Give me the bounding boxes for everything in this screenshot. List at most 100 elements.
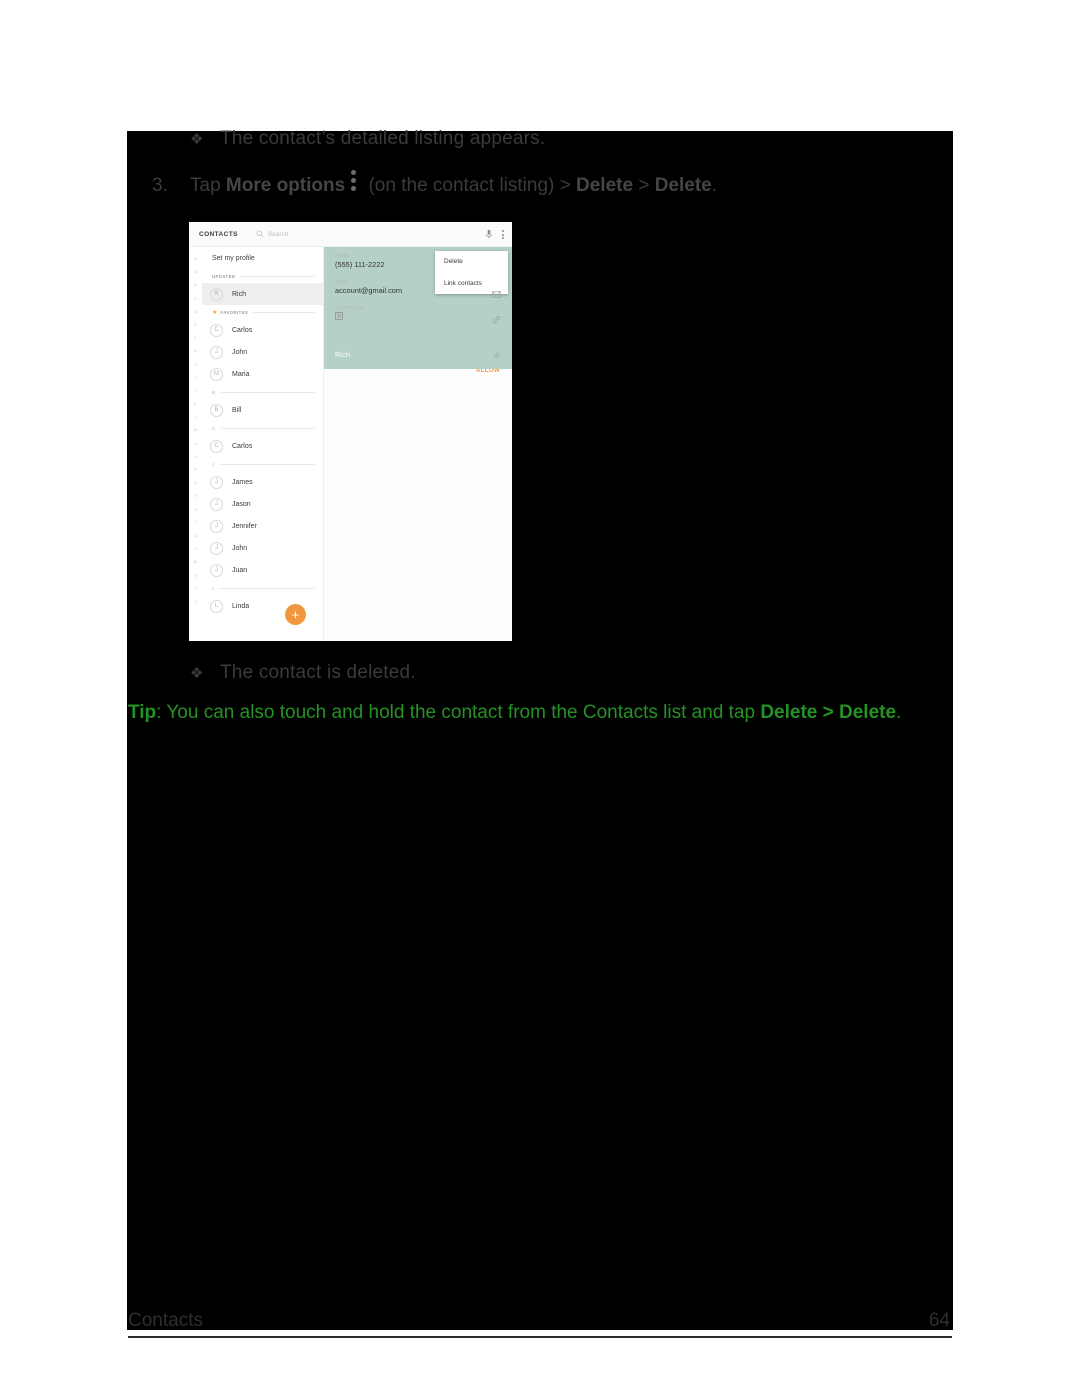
avatar: J — [210, 497, 223, 511]
sim-account-icon: ▤ — [335, 312, 343, 320]
star-icon: ★ — [212, 309, 218, 316]
index-letter[interactable]: · — [195, 609, 196, 622]
index-letter[interactable]: Q — [194, 477, 197, 490]
contact-detail-panel: Rich ★ Delete Link contacts Mobile (555) 1… — [324, 247, 512, 641]
step-3-instruction: 3. Tap More options (on the contact listi… — [152, 170, 718, 197]
index-letter[interactable]: C — [194, 293, 196, 306]
index-letter[interactable]: P — [194, 464, 196, 477]
step-3-number: 3. — [152, 175, 168, 196]
avatar: J — [210, 345, 223, 359]
microphone-icon[interactable] — [485, 229, 493, 240]
index-letter[interactable]: F — [194, 332, 196, 345]
section-header: ★ FAVORITES — [202, 305, 323, 319]
app-bar: CONTACTS Search — [189, 222, 512, 247]
contact-name: James — [232, 478, 253, 486]
section-rule — [220, 427, 315, 429]
contact-field[interactable]: Home account@gmail.com — [324, 273, 512, 299]
tip-note: Tip: You can also touch and hold the con… — [128, 702, 901, 724]
contact-name: Carlos — [232, 442, 253, 450]
index-letter[interactable]: L — [195, 411, 197, 424]
contact-name: Bill — [232, 406, 242, 414]
section-label: UPDATED — [212, 273, 236, 279]
tip-label: Tip — [128, 702, 157, 723]
index-letter[interactable]: N — [194, 438, 196, 451]
contact-list-item[interactable]: B Bill — [202, 399, 323, 421]
alphabet-index-rail[interactable]: # A B C D E F G H I J K L M N O P Q R S T U V W X Y Z · — [189, 247, 202, 641]
section-rule — [253, 311, 315, 313]
index-letter[interactable]: T — [194, 517, 196, 530]
contacts-list-panel[interactable]: Set my profile UPDATED R Rich ★ FAVORITES C Ca… — [202, 247, 324, 641]
field-label: Home — [335, 279, 348, 284]
avatar: R — [210, 287, 223, 301]
index-letter[interactable]: O — [194, 451, 197, 464]
index-letter[interactable]: H — [194, 359, 196, 372]
bullet-diamond-icon: ❖ — [190, 131, 204, 148]
field-label: Connected via — [335, 305, 365, 310]
document-page: ❖ The contact’s detailed listing appears.… — [0, 0, 1080, 1397]
section-header: J — [202, 457, 323, 471]
index-letter[interactable]: I — [195, 372, 196, 385]
step-3-period: . — [711, 175, 718, 196]
bullet-diamond-icon: ❖ — [190, 665, 204, 682]
contact-list-item[interactable]: C Carlos — [202, 319, 323, 341]
contact-list-item[interactable]: J Juan — [202, 559, 323, 581]
index-letter[interactable]: D — [194, 306, 196, 319]
tip-bold-actions: Delete > Delete — [760, 702, 897, 723]
section-label: FAVORITES — [220, 309, 249, 315]
step-3-separator: > — [633, 175, 655, 196]
app-title: CONTACTS — [199, 230, 238, 238]
index-letter[interactable]: W — [194, 556, 197, 569]
star-icon[interactable]: ★ — [492, 349, 502, 362]
contact-name: John — [232, 544, 248, 552]
contact-list-item[interactable]: J John — [202, 537, 323, 559]
contacts-sections: UPDATED R Rich ★ FAVORITES C Carlos J John M Maria… — [202, 269, 323, 617]
contact-field[interactable]: Mobile (555) 111-2222 — [324, 247, 512, 273]
search-icon — [256, 230, 264, 238]
contact-list-item[interactable]: R Rich — [202, 283, 323, 305]
section-label: C — [212, 425, 216, 431]
section-rule — [240, 275, 315, 277]
tip-text: : You can also touch and hold the contac… — [156, 702, 761, 723]
contact-name: Jennifer — [232, 522, 257, 530]
avatar: C — [210, 323, 223, 337]
index-letter[interactable]: M — [194, 424, 197, 437]
index-letter[interactable]: E — [194, 319, 196, 332]
search-field[interactable]: Search — [256, 230, 289, 238]
bullet-contact-deleted: ❖ The contact is deleted. — [190, 662, 416, 684]
index-letter[interactable]: J — [195, 385, 197, 398]
link-icon[interactable] — [492, 311, 501, 329]
index-letter[interactable]: S — [194, 504, 196, 517]
contact-list-item[interactable]: C Carlos — [202, 435, 323, 457]
index-letter[interactable]: # — [195, 253, 197, 266]
bullet-contact-listing-appears: ❖ The contact’s detailed listing appears. — [190, 128, 545, 150]
contact-list-item[interactable]: J John — [202, 341, 323, 363]
index-letter[interactable]: U — [194, 530, 196, 543]
contact-name: Rich — [232, 290, 247, 298]
avatar: L — [210, 599, 223, 613]
more-options-kebab-icon — [349, 170, 359, 195]
contact-list-item[interactable]: J James — [202, 471, 323, 493]
step-3-delete-2: Delete — [654, 175, 712, 196]
index-letter[interactable]: A — [194, 266, 196, 279]
more-options-kebab-icon[interactable] — [502, 229, 505, 240]
add-contact-fab[interactable]: + — [285, 604, 306, 625]
contact-fields: Mobile (555) 111-2222 Home account@gmail.co… — [324, 247, 512, 324]
index-letter[interactable]: Y — [194, 583, 196, 596]
section-label: B — [212, 389, 216, 395]
contact-list-item[interactable]: M Maria — [202, 363, 323, 385]
index-letter[interactable]: B — [194, 279, 196, 292]
contact-field[interactable]: Connected via ▤ — [324, 299, 512, 324]
bullet-1-text: The contact’s detailed listing appears. — [220, 128, 546, 149]
index-letter[interactable]: G — [194, 345, 197, 358]
contact-list-item[interactable]: J Jason — [202, 493, 323, 515]
index-letter[interactable]: V — [194, 543, 196, 556]
avatar: J — [210, 475, 223, 489]
index-letter[interactable]: X — [194, 570, 196, 583]
index-letter[interactable]: Z — [194, 596, 196, 609]
footer-section-name: Contacts — [128, 1310, 203, 1331]
index-letter[interactable]: R — [194, 490, 196, 503]
search-placeholder: Search — [267, 230, 289, 238]
contact-list-item[interactable]: J Jennifer — [202, 515, 323, 537]
index-letter[interactable]: K — [194, 398, 196, 411]
set-my-profile-item[interactable]: Set my profile — [202, 247, 323, 269]
